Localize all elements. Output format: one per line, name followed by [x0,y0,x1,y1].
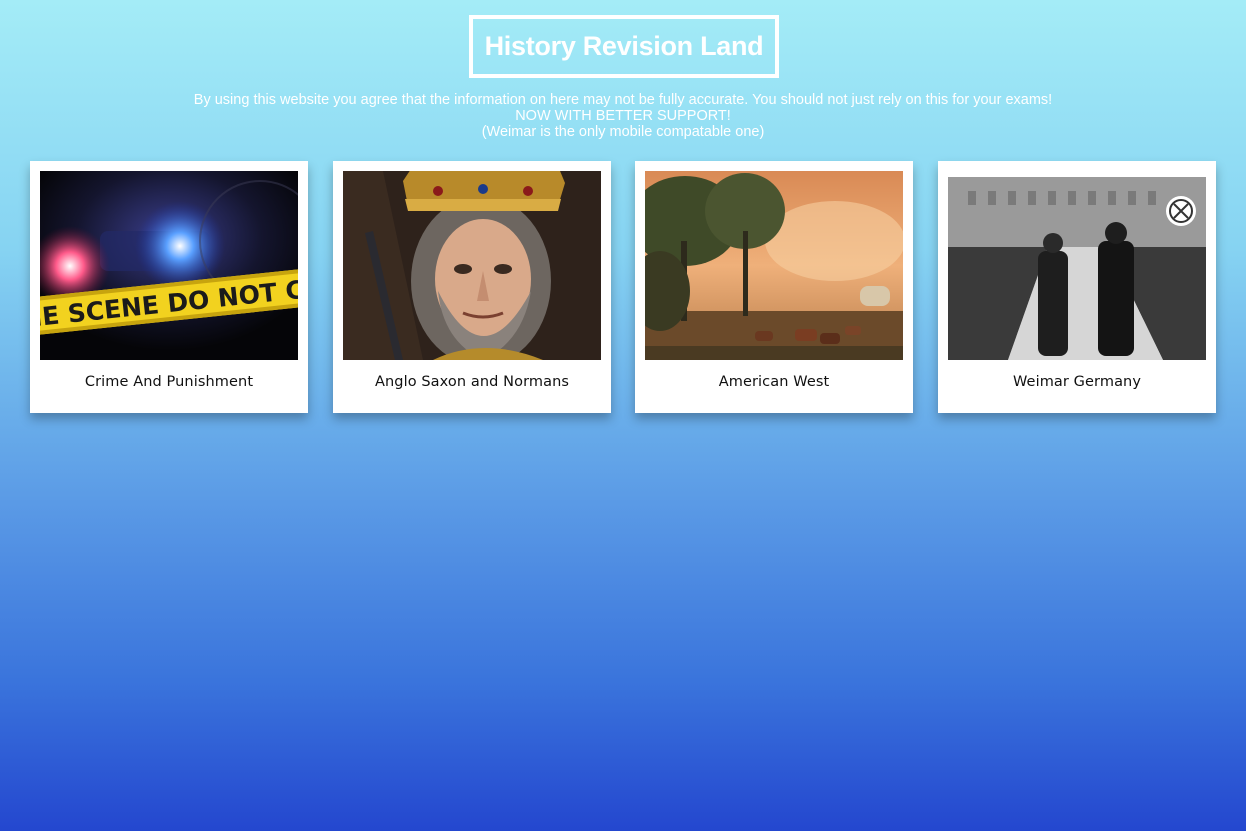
weimar-germany-photo-image[interactable] [948,171,1206,360]
topic-card-label[interactable]: Anglo Saxon and Normans [333,374,611,390]
support-line: NOW WITH BETTER SUPPORT! [515,108,731,124]
topic-card-american-west[interactable]: American West [635,161,913,413]
topic-card-label[interactable]: Crime And Punishment [30,374,308,390]
topic-card-label[interactable]: Weimar Germany [938,374,1216,390]
american-west-painting-image[interactable] [645,171,903,360]
site-title: History Revision Land [484,31,764,61]
crime-scene-image[interactable]: IE SCENE DO NOT CROS [40,171,298,360]
topic-card-anglo-saxon-and-normans[interactable]: Anglo Saxon and Normans [333,161,611,413]
disclaimer-notice: By using this website you agree that the… [0,92,1246,140]
topic-card-label[interactable]: American West [635,374,913,390]
disclaimer-line: By using this website you agree that the… [193,92,1053,108]
mobile-note-line: (Weimar is the only mobile compatable on… [481,124,765,140]
site-title-box: History Revision Land [469,15,779,78]
topic-card-crime-and-punishment[interactable]: IE SCENE DO NOT CROS Crime And Punishmen… [30,161,308,413]
topic-card-weimar-germany[interactable]: Weimar Germany [938,161,1216,413]
king-portrait-image[interactable] [343,171,601,360]
